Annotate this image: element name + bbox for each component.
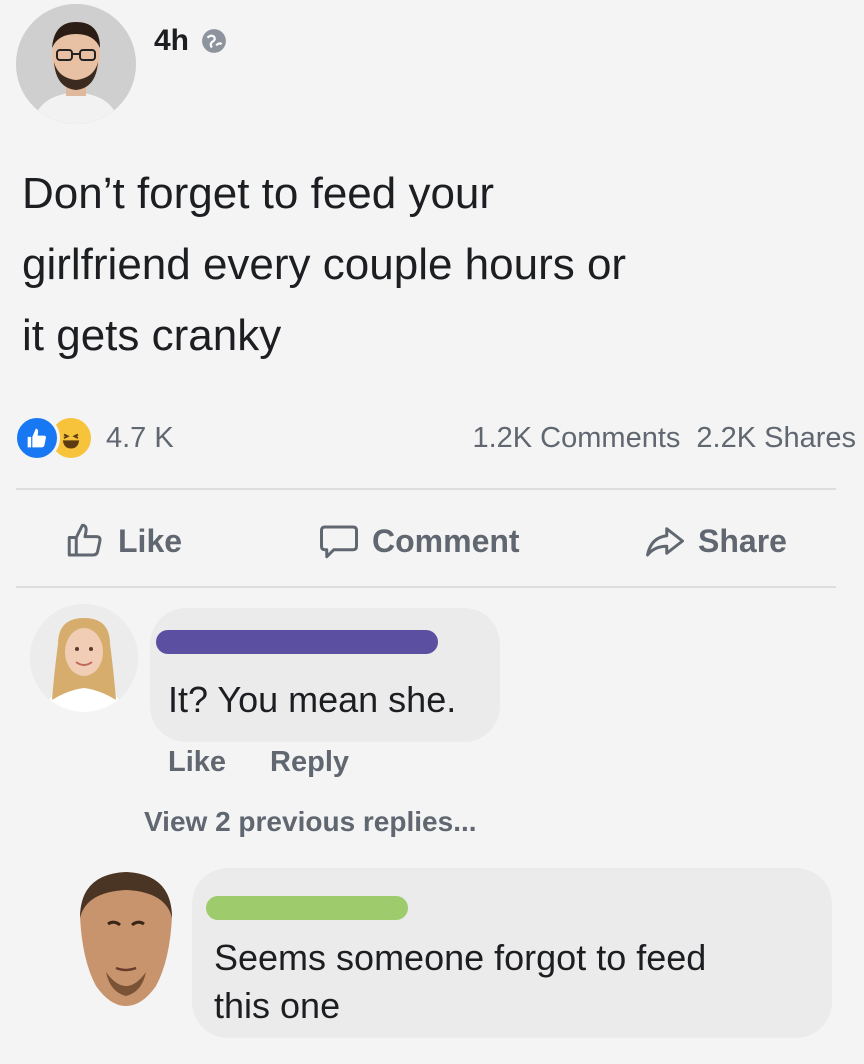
comment-icon [320, 525, 358, 559]
comments-count[interactable]: 1.2K Comments [472, 422, 680, 455]
reply-text: Seems someone forgot to feed this one [214, 934, 706, 1030]
globe-icon [202, 29, 226, 53]
comment-label: Comment [372, 522, 520, 559]
post-time[interactable]: 4h [154, 24, 189, 58]
comment-text: It? You mean she. [168, 679, 457, 720]
comment-actions: Like Reply [168, 746, 349, 779]
comment-button[interactable]: Comment [318, 520, 520, 562]
like-label: Like [118, 522, 183, 559]
post-text-line: Don’t forget to feed your [22, 169, 495, 218]
post-text: Don’t forget to feed your girlfriend eve… [22, 158, 842, 371]
shares-count[interactable]: 2.2K Shares [696, 422, 856, 455]
post-text-line: girlfriend every couple hours or [22, 240, 627, 289]
replier-avatar[interactable] [70, 868, 182, 1008]
comment-bubble: It? You mean she. [150, 608, 500, 742]
author-avatar[interactable] [16, 4, 136, 124]
comment-like-link[interactable]: Like [168, 746, 226, 779]
divider [16, 488, 836, 490]
post-stats: 4.7 K 1.2K Comments 2.2K Shares [14, 414, 856, 462]
comment-reply-link[interactable]: Reply [270, 746, 349, 779]
thumbs-up-icon [67, 523, 102, 557]
share-button[interactable]: Share [644, 520, 787, 562]
action-bar: Like Comment Share [0, 500, 864, 582]
post-meta: 4h [154, 24, 227, 58]
reply-text-line: Seems someone forgot to feed [214, 937, 707, 978]
share-label: Share [698, 522, 787, 559]
commenter-avatar-image [30, 604, 138, 712]
replier-avatar-image [80, 872, 172, 1006]
divider [16, 586, 836, 588]
commenter-avatar[interactable] [30, 604, 138, 712]
share-arrow-icon [646, 527, 684, 557]
reaction-count[interactable]: 4.7 K [106, 422, 174, 455]
reaction-icons[interactable] [14, 415, 94, 461]
redacted-name [156, 630, 438, 654]
reply-text-line: this one [214, 985, 341, 1026]
view-previous-replies-link[interactable]: View 2 previous replies... [144, 806, 477, 838]
like-button[interactable]: Like [64, 520, 182, 562]
author-avatar-image [16, 4, 136, 124]
like-reaction-icon [14, 415, 60, 461]
reply-bubble: Seems someone forgot to feed this one [192, 868, 832, 1038]
post-header: 4h [16, 4, 226, 124]
stats-right: 1.2K Comments 2.2K Shares [472, 422, 856, 455]
redacted-name [206, 896, 408, 920]
post-text-line: it gets cranky [22, 311, 282, 360]
